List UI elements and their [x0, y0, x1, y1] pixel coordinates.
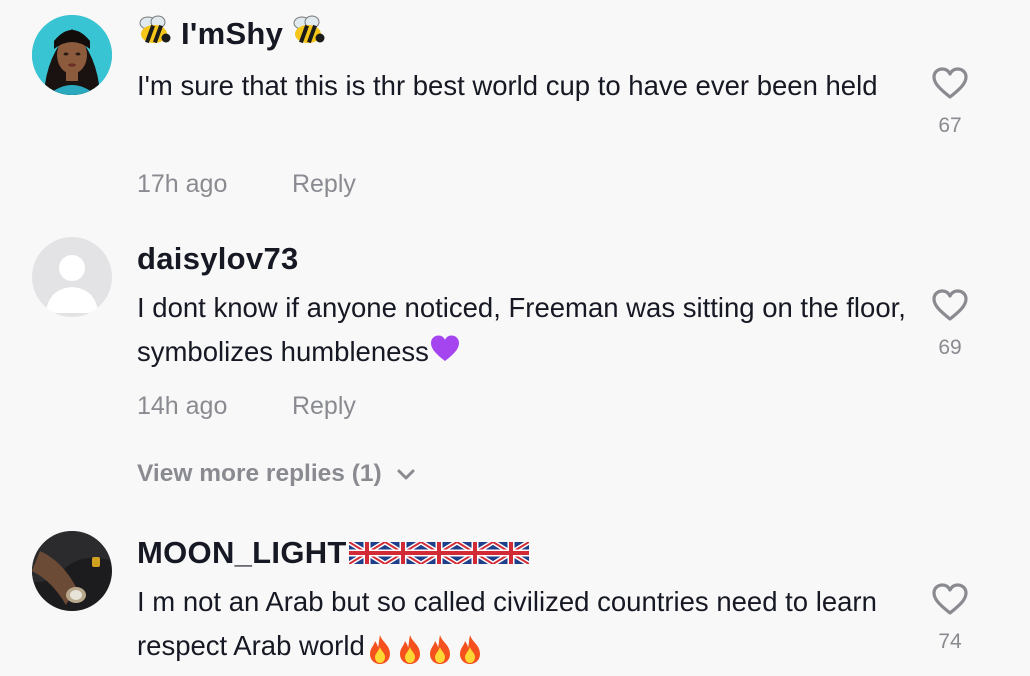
fire-emoji-group [365, 626, 485, 670]
comment-text-body: I dont know if anyone noticed, Freeman w… [137, 292, 906, 367]
reply-button[interactable]: Reply [292, 170, 356, 198]
uk-flag-emoji [384, 542, 421, 564]
default-person-avatar [32, 237, 112, 317]
like-count: 67 [938, 114, 962, 137]
uk-flag-emoji [420, 542, 457, 564]
comment-meta: 14h ago Reply [137, 392, 356, 421]
chevron-down-icon [397, 469, 415, 480]
comment-text-body: I m not an Arab but so called civilized … [137, 586, 877, 661]
comment-username[interactable]: MOON_LIGHT [137, 535, 529, 571]
username-text: MOON_LIGHT [137, 535, 347, 570]
heart-outline-icon[interactable] [931, 66, 969, 100]
view-more-replies-button[interactable]: View more replies (1) [137, 460, 416, 488]
like-control: 69 [924, 288, 976, 360]
avatar[interactable] [32, 531, 112, 611]
reply-button[interactable]: Reply [292, 392, 356, 420]
avatar[interactable] [32, 237, 112, 317]
bee-emoji [291, 14, 327, 54]
purple-heart-emoji [429, 332, 461, 376]
watch-wrist-avatar [32, 531, 112, 611]
comment-username[interactable]: daisylov73 [137, 241, 299, 277]
fire-emoji [399, 635, 420, 665]
uk-flag-emoji [492, 542, 529, 564]
comment-username[interactable]: I'mShy [137, 14, 327, 54]
like-control: 74 [924, 582, 976, 654]
comment-list: I'mShy I'm sure that this is thr best wo… [0, 0, 1030, 676]
comment-text: I'm sure that this is thr best world cup… [137, 70, 878, 101]
comment-timestamp: 14h ago [137, 392, 228, 420]
comment-text: I dont know if anyone noticed, Freeman w… [137, 286, 907, 376]
uk-flag-emoji [456, 542, 493, 564]
uk-flag-emoji [348, 542, 385, 564]
like-count: 74 [938, 630, 962, 653]
comment-text: I m not an Arab but so called civilized … [137, 580, 907, 670]
username-text: I'mShy [181, 16, 284, 51]
like-control: 67 [924, 66, 976, 138]
bee-emoji [137, 14, 173, 54]
comment-timestamp: 17h ago [137, 170, 228, 198]
view-more-label: View more replies (1) [137, 460, 382, 487]
woman-portrait-avatar [32, 15, 112, 95]
comment-meta: 17h ago Reply [137, 170, 356, 199]
heart-outline-icon[interactable] [931, 288, 969, 322]
fire-emoji [429, 635, 450, 665]
avatar[interactable] [32, 15, 112, 95]
like-count: 69 [938, 336, 962, 359]
fire-emoji [369, 635, 390, 665]
uk-flag-emoji-group [348, 542, 529, 564]
heart-outline-icon[interactable] [931, 582, 969, 616]
fire-emoji [459, 635, 480, 665]
